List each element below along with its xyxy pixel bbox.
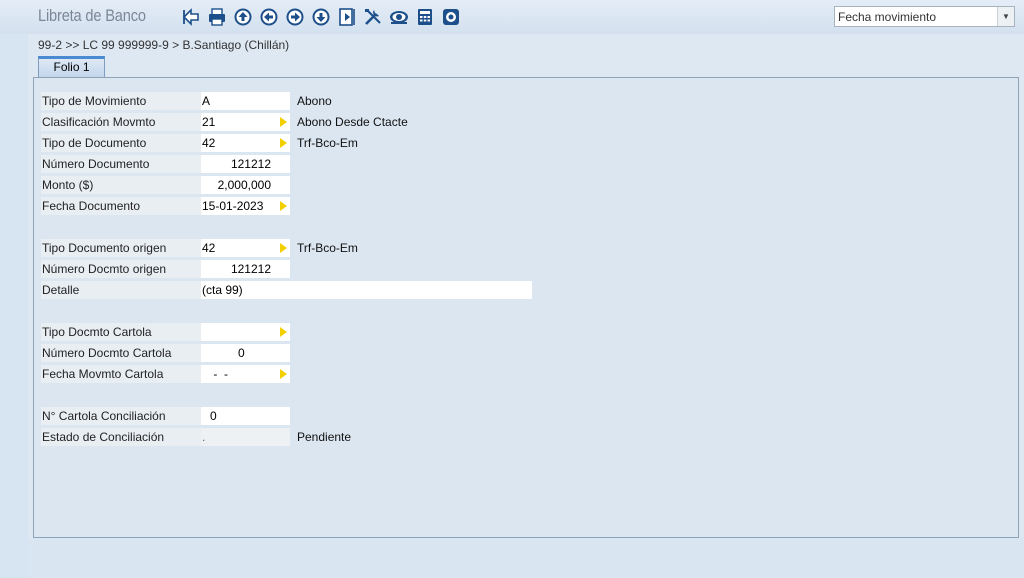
- date-picker-arrow-icon[interactable]: [280, 369, 287, 379]
- numero-doc-cartola-value: 0: [238, 346, 245, 360]
- monto-value: 2,000,000: [217, 178, 271, 192]
- tipo-doc-origen-value: 42: [202, 241, 216, 255]
- label-tipo-doc-cartola: Tipo Docmto Cartola: [41, 323, 201, 341]
- breadcrumb: 99-2 >> LC 99 999999-9 > B.Santiago (Chi…: [38, 38, 290, 52]
- estado-conc-value: .: [202, 430, 206, 444]
- numero-documento-field[interactable]: 121212: [201, 155, 290, 173]
- form-panel: Tipo de Movimiento A Abono Clasificación…: [33, 77, 1019, 538]
- detalle-field[interactable]: (cta 99): [201, 281, 532, 299]
- detalle-value: (cta 99): [202, 283, 243, 297]
- next-record-icon[interactable]: [284, 6, 306, 28]
- calculator-icon[interactable]: [414, 6, 436, 28]
- tipo-doc-origen-desc: Trf-Bco-Em: [297, 241, 358, 255]
- fecha-documento-field[interactable]: 15-01-2023: [201, 197, 290, 215]
- label-detalle: Detalle: [41, 281, 201, 299]
- label-tipo-movimiento: Tipo de Movimiento: [41, 92, 201, 110]
- label-tipo-doc-origen: Tipo Documento origen: [41, 239, 201, 257]
- title-bar: Libreta de Banco Fecha movimiento ▼: [0, 0, 1024, 34]
- estado-conc-desc: Pendiente: [297, 430, 352, 444]
- first-record-icon[interactable]: [232, 6, 254, 28]
- tipo-documento-desc: Trf-Bco-Em: [297, 136, 358, 150]
- app-title: Libreta de Banco: [38, 6, 146, 25]
- lookup-arrow-icon[interactable]: [280, 138, 287, 148]
- lookup-arrow-icon[interactable]: [280, 243, 287, 253]
- tipo-movimiento-field[interactable]: A: [201, 92, 290, 110]
- back-arrow-icon[interactable]: [180, 6, 202, 28]
- sort-select-value: Fecha movimiento: [838, 9, 937, 24]
- tipo-doc-origen-field[interactable]: 42: [201, 239, 290, 257]
- export-icon[interactable]: [336, 6, 358, 28]
- numero-documento-value: 121212: [230, 157, 271, 171]
- numero-doc-origen-value: 121212: [230, 262, 271, 276]
- num-cartola-conc-field[interactable]: 0: [201, 407, 290, 425]
- estado-conc-field: .: [201, 428, 290, 446]
- label-monto: Monto ($): [41, 176, 201, 194]
- clasificacion-desc: Abono Desde Ctacte: [297, 115, 408, 129]
- app-window: Libreta de Banco Fecha movimiento ▼ 99-2…: [0, 0, 1024, 578]
- label-estado-conc: Estado de Conciliación: [41, 428, 201, 446]
- fecha-mov-cartola-field[interactable]: - -: [201, 365, 290, 383]
- lookup-arrow-icon[interactable]: [280, 327, 287, 337]
- label-numero-documento: Número Documento: [41, 155, 201, 173]
- tipo-documento-field[interactable]: 42: [201, 134, 290, 152]
- view-icon[interactable]: [388, 6, 410, 28]
- bottom-area: [28, 538, 1024, 578]
- date-picker-arrow-icon[interactable]: [280, 201, 287, 211]
- toolbar: [180, 6, 462, 28]
- left-margin: [0, 0, 28, 578]
- num-cartola-conc-value: 0: [210, 409, 217, 423]
- lookup-arrow-icon[interactable]: [280, 117, 287, 127]
- label-numero-doc-cartola: Número Docmto Cartola: [41, 344, 201, 362]
- tipo-doc-cartola-field[interactable]: [201, 323, 290, 341]
- tipo-movimiento-desc: Abono: [297, 94, 332, 108]
- last-record-icon[interactable]: [310, 6, 332, 28]
- label-tipo-documento: Tipo de Documento: [41, 134, 201, 152]
- numero-doc-cartola-field[interactable]: 0: [201, 344, 290, 362]
- clasificacion-value: 21: [202, 115, 216, 129]
- label-numero-doc-origen: Número Docmto origen: [41, 260, 201, 278]
- numero-doc-origen-field[interactable]: 121212: [201, 260, 290, 278]
- chevron-down-icon[interactable]: ▼: [997, 7, 1014, 26]
- label-fecha-documento: Fecha Documento: [41, 197, 201, 215]
- fecha-mov-cartola-value: - -: [210, 367, 228, 381]
- monto-field[interactable]: 2,000,000: [201, 176, 290, 194]
- settings-icon[interactable]: [440, 6, 462, 28]
- sort-select[interactable]: Fecha movimiento ▼: [834, 6, 1015, 27]
- tipo-documento-value: 42: [202, 136, 216, 150]
- tab-folio-1[interactable]: Folio 1: [38, 56, 105, 77]
- fecha-documento-value: 15-01-2023: [202, 199, 264, 213]
- clasificacion-field[interactable]: 21: [201, 113, 290, 131]
- label-fecha-mov-cartola: Fecha Movmto Cartola: [41, 365, 201, 383]
- tools-icon[interactable]: [362, 6, 384, 28]
- tipo-movimiento-value: A: [202, 94, 211, 108]
- previous-record-icon[interactable]: [258, 6, 280, 28]
- print-icon[interactable]: [206, 6, 228, 28]
- label-num-cartola-conc: N° Cartola Conciliación: [41, 407, 201, 425]
- label-clasificacion: Clasificación Movmto: [41, 113, 201, 131]
